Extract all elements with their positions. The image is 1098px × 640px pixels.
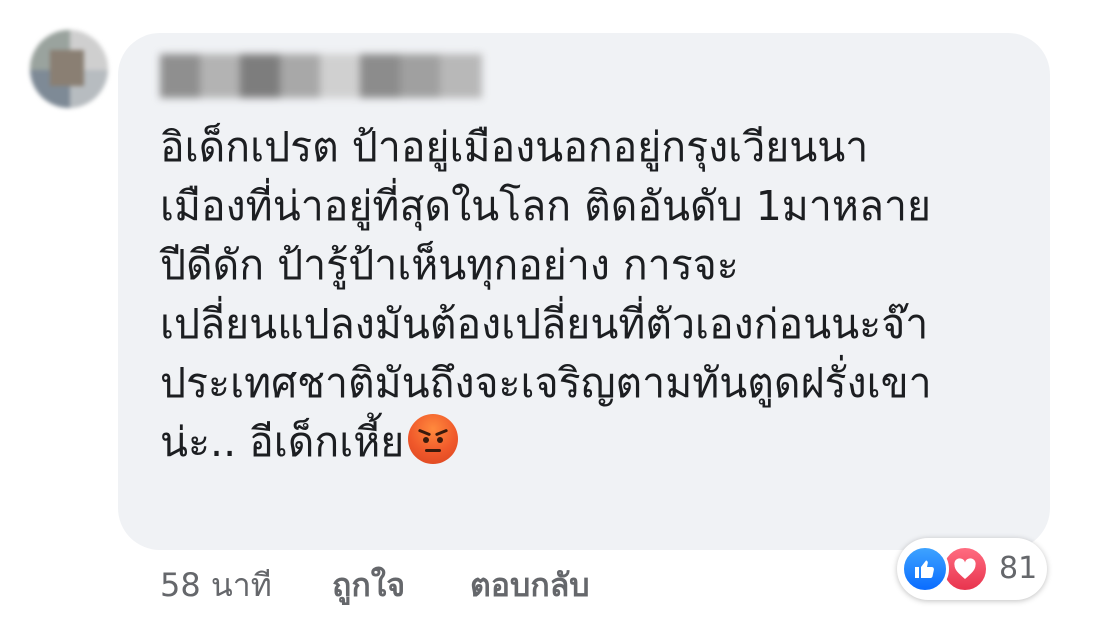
angry-face-icon — [408, 414, 459, 464]
thumbs-up-icon — [915, 560, 934, 578]
author-name-redacted[interactable] — [160, 54, 482, 98]
comment-line: เปลี่ยนแปลงมันต้องเปลี่ยนที่ตัวเองก่อนนะ… — [160, 300, 929, 348]
reply-button[interactable]: ตอบกลับ — [470, 560, 590, 611]
comment-line: เมืองที่น่าอยู่ที่สุดในโลก ติดอันดับ 1มา… — [160, 182, 932, 230]
author-avatar[interactable] — [30, 30, 108, 108]
comment-timestamp[interactable]: 58 นาที — [160, 560, 332, 611]
comment-line: อิเด็กเปรต ป้าอยู่เมืองนอกอยู่กรุงเวียนน… — [160, 123, 869, 171]
comment-actions: 58 นาที ถูกใจ ตอบกลับ — [160, 560, 590, 611]
comment-line: ปีดีดัก ป้ารู้ป้าเห็นทุกอย่าง การจะ — [160, 241, 739, 289]
reaction-count: 81 — [999, 551, 1038, 586]
comment-text: อิเด็กเปรต ป้าอยู่เมืองนอกอยู่กรุงเวียนน… — [160, 118, 1040, 472]
like-button[interactable]: ถูกใจ — [332, 560, 470, 611]
comment-line: ประเทศชาติมันถึงจะเจริญตามทันตูดฝรั่งเขา — [160, 359, 932, 407]
comment-line: น่ะ.. อีเด็กเหี้ย — [160, 418, 405, 466]
heart-icon — [954, 558, 976, 579]
like-icon — [901, 545, 949, 593]
reaction-summary[interactable]: 81 — [897, 538, 1047, 600]
